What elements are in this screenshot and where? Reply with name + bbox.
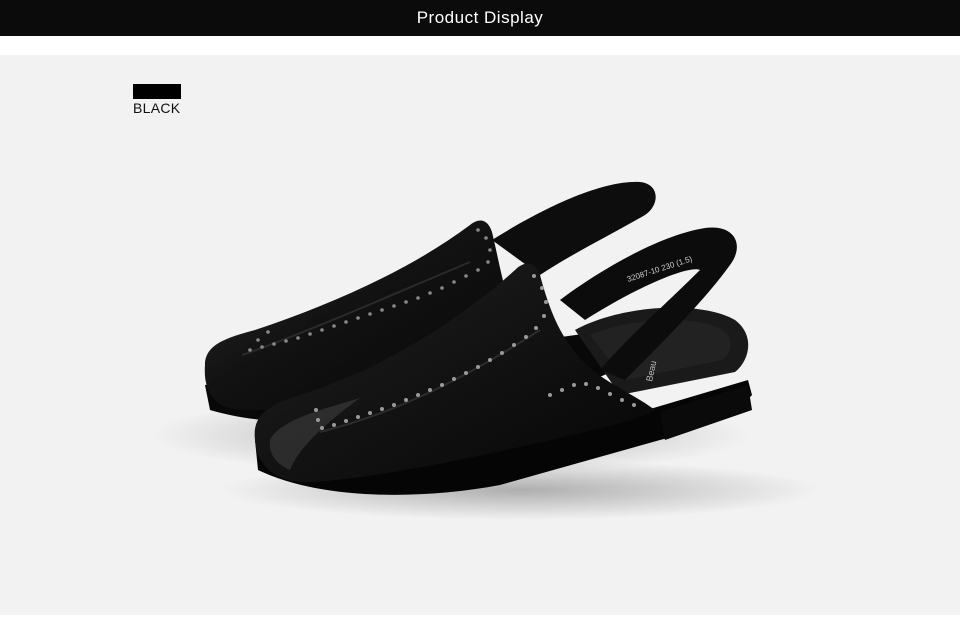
product-display-page: Product Display 32087-10 230 (1.5) Beau … (0, 0, 960, 635)
shoe-illustration: 32087-10 230 (1.5) Beau (150, 181, 820, 520)
section-title: Product Display (416, 8, 544, 27)
product-photo: 32087-10 230 (1.5) Beau (0, 55, 960, 615)
title-bar: Product Display (0, 0, 960, 36)
color-swatch (133, 84, 181, 99)
color-swatch-label: BLACK (133, 100, 181, 116)
